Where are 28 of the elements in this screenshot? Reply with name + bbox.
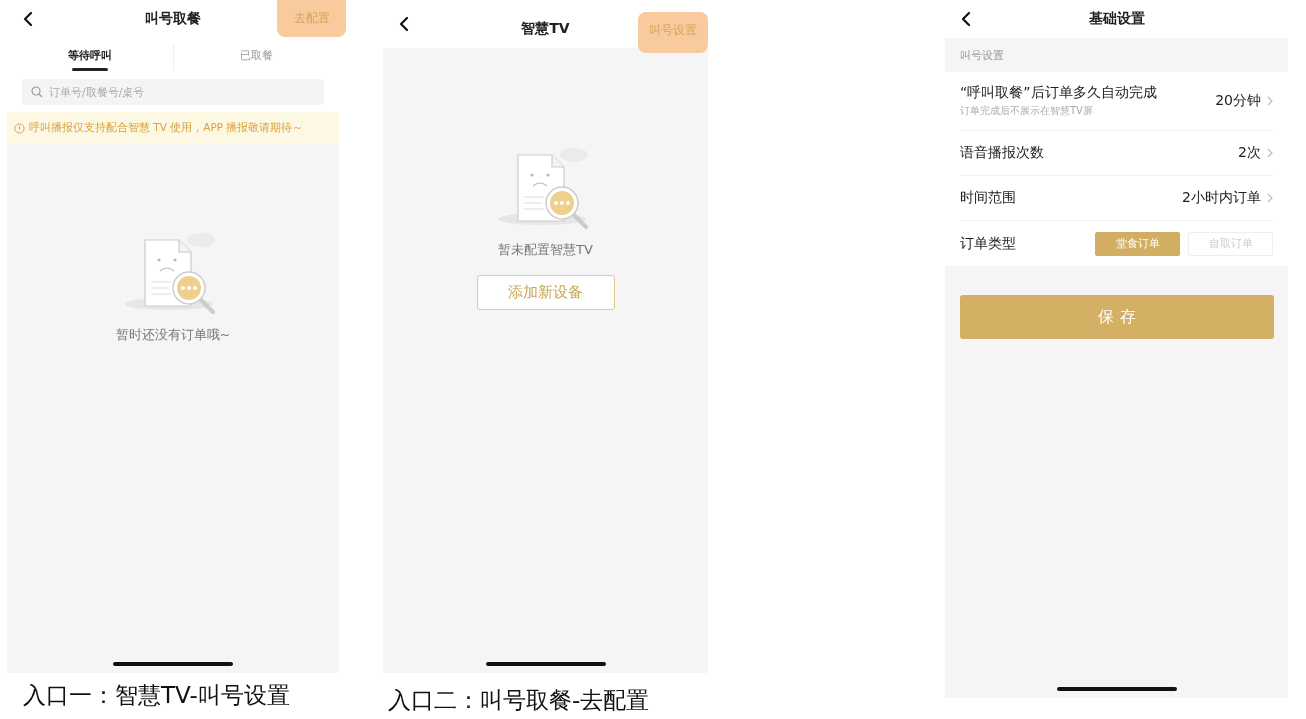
empty-text: 暂时还没有订单哦~ <box>115 326 231 344</box>
back-icon[interactable] <box>961 11 971 27</box>
screen-title: 智慧TV <box>521 20 570 38</box>
info-icon <box>14 122 25 134</box>
order-type-option[interactable]: 堂食订单 <box>1095 231 1180 256</box>
save-button[interactable]: 保 存 <box>960 295 1274 339</box>
add-device-button[interactable]: 添加新设备 <box>476 275 615 310</box>
setting-hint: 订单完成后不展示在智慧TV屏 <box>960 104 1094 118</box>
screen-title: 基础设置 <box>1088 10 1145 28</box>
setting-label: “呼叫取餐”后订单多久自动完成 <box>960 84 1158 102</box>
chevron-right-icon <box>1267 193 1273 203</box>
setting-label: 语音播报次数 <box>960 144 1045 162</box>
caption: 入口二：叫号取餐-去配置 <box>388 686 651 715</box>
setting-label: 订单类型 <box>960 234 1017 253</box>
caption: 入口一：智慧TV-叫号设置 <box>23 681 291 710</box>
setting-label: 时间范围 <box>960 189 1017 207</box>
section-title: 叫号设置 <box>959 47 1005 64</box>
notice-text: 呼叫播报仅支持配合智慧 TV 使用，APP 播报敬请期待～ <box>29 121 304 135</box>
empty-text: 暂未配置智慧TV <box>498 241 593 259</box>
back-icon[interactable] <box>399 16 409 32</box>
back-icon[interactable] <box>23 11 33 27</box>
setting-value[interactable]: 20分钟 <box>1215 92 1273 110</box>
setting-value[interactable]: 2小时内订单 <box>1182 189 1273 207</box>
screen-title: 叫号取餐 <box>145 10 201 28</box>
chevron-right-icon <box>1267 148 1273 158</box>
setting-value[interactable]: 2次 <box>1238 144 1273 162</box>
search-field[interactable]: 订单号/取餐号/桌号 <box>22 79 324 105</box>
chevron-right-icon <box>1267 96 1273 106</box>
